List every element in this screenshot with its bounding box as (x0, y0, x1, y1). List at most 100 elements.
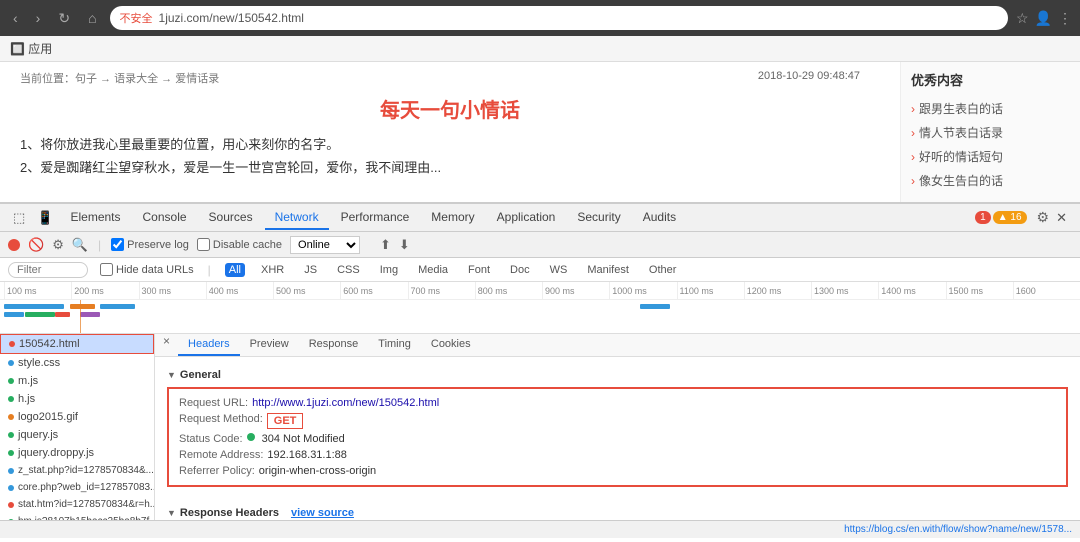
tab-network[interactable]: Network (265, 206, 329, 230)
throttle-select[interactable]: Online Offline Slow 3G Fast 3G (290, 236, 360, 254)
search-icon[interactable]: 🔍 (72, 237, 88, 253)
status-link[interactable]: https://blog.cs/en.with/flow/show?name/n… (844, 524, 1072, 535)
file-item-hjs[interactable]: h.js (0, 390, 154, 408)
tick-400: 400 ms (206, 282, 273, 299)
file-item-droppy[interactable]: jquery.droppy.js (0, 444, 154, 462)
sidebar-link-4[interactable]: 像女生告白的话 (911, 169, 1070, 193)
request-method-label: Request Method: (179, 413, 263, 429)
tick-1100: 1100 ms (677, 282, 744, 299)
view-source-link[interactable]: view source (291, 507, 354, 519)
filter-font[interactable]: Font (464, 263, 494, 277)
file-item-style[interactable]: style.css (0, 354, 154, 372)
tab-sources[interactable]: Sources (199, 206, 263, 230)
browser-chrome: ‹ › ↻ ⌂ 不安全 1juzi.com/new/150542.html ☆ … (0, 0, 1080, 36)
devtools-gear-icon[interactable]: ⚙ (1037, 209, 1050, 226)
filter-js[interactable]: JS (300, 263, 321, 277)
sidebar-link-3[interactable]: 好听的情话短句 (911, 145, 1070, 169)
apps-label[interactable]: 🔲 应用 (10, 40, 52, 57)
file-dot (8, 468, 14, 474)
filter-other[interactable]: Other (645, 263, 681, 277)
response-headers-section: ▼ Response Headers view source Accept-Ra… (155, 499, 1080, 520)
details-tab-headers[interactable]: Headers (178, 334, 240, 356)
close-details-btn[interactable]: × (163, 334, 170, 356)
export-icon[interactable]: ⬇ (399, 237, 410, 253)
file-item-hm[interactable]: hm.js?8107b15bacc25ba8b7f... (0, 513, 154, 520)
details-tab-preview[interactable]: Preview (240, 334, 299, 356)
referrer-policy-row: Referrer Policy: origin-when-cross-origi… (179, 463, 1056, 479)
file-item-jquery[interactable]: jquery.js (0, 426, 154, 444)
address-bar[interactable]: 不安全 1juzi.com/new/150542.html (110, 6, 1008, 30)
preserve-log-checkbox[interactable]: Preserve log (111, 238, 189, 251)
bookmark-icon[interactable]: ☆ (1016, 10, 1029, 27)
device-icon[interactable]: 📱 (32, 207, 58, 229)
filter-xhr[interactable]: XHR (257, 263, 288, 277)
status-code-row: Status Code: 304 Not Modified (179, 431, 1056, 447)
tab-security[interactable]: Security (567, 206, 630, 230)
details-tab-response[interactable]: Response (299, 334, 369, 356)
file-item-logo[interactable]: logo2015.gif (0, 408, 154, 426)
sidebar-link-2[interactable]: 情人节表白话录 (911, 121, 1070, 145)
refresh-button[interactable]: ↻ (53, 8, 75, 29)
file-dot (8, 396, 14, 402)
remote-address-label: Remote Address: (179, 449, 263, 461)
back-button[interactable]: ‹ (8, 8, 23, 28)
menu-icon[interactable]: ⋮ (1058, 10, 1072, 27)
network-toolbar: 🚫 ⚙ 🔍 | Preserve log Disable cache Onlin… (0, 232, 1080, 258)
request-url-row: Request URL: http://www.1juzi.com/new/15… (179, 395, 1056, 411)
inspect-icon[interactable]: ⬚ (8, 207, 30, 229)
filter-media[interactable]: Media (414, 263, 452, 277)
sidebar-link-1[interactable]: 跟男生表白的话 (911, 97, 1070, 121)
details-tab-cookies[interactable]: Cookies (421, 334, 481, 356)
record-button[interactable] (8, 239, 20, 251)
referrer-policy-label: Referrer Policy: (179, 465, 255, 477)
tick-500: 500 ms (273, 282, 340, 299)
preserve-log-label: Preserve log (127, 239, 189, 251)
request-method-row: Request Method: GET (179, 411, 1056, 431)
tick-700: 700 ms (408, 282, 475, 299)
timeline-bar-2 (4, 312, 24, 317)
close-devtools-icon[interactable]: ✕ (1051, 207, 1072, 229)
tab-application[interactable]: Application (487, 206, 566, 230)
details-panel: ▼ General Request URL: http://www.1juzi.… (155, 357, 1080, 520)
remote-address-value: 192.168.31.1:88 (267, 449, 347, 461)
hide-data-urls-checkbox[interactable]: Hide data URLs (100, 263, 194, 276)
filter-img[interactable]: Img (376, 263, 402, 277)
timeline-bar-4 (55, 312, 70, 317)
filter-ws[interactable]: WS (546, 263, 572, 277)
file-dot (8, 502, 14, 508)
tab-elements[interactable]: Elements (60, 206, 130, 230)
file-item-mjs[interactable]: m.js (0, 372, 154, 390)
timeline-bar-5 (70, 304, 95, 309)
file-item-150542[interactable]: 150542.html (0, 334, 154, 354)
general-section-box: Request URL: http://www.1juzi.com/new/15… (167, 387, 1068, 487)
tab-audits[interactable]: Audits (633, 206, 686, 230)
disable-cache-checkbox[interactable]: Disable cache (197, 238, 282, 251)
url-text: 1juzi.com/new/150542.html (159, 11, 304, 25)
filter-css[interactable]: CSS (333, 263, 364, 277)
filter-icon[interactable]: ⚙ (52, 237, 64, 253)
filter-manifest[interactable]: Manifest (583, 263, 633, 277)
file-item-stat[interactable]: stat.htm?id=1278570834&r=h... (0, 496, 154, 513)
triangle-icon-2: ▼ (167, 508, 176, 518)
profile-icon[interactable]: 👤 (1035, 10, 1052, 27)
details-tab-timing[interactable]: Timing (368, 334, 421, 356)
tab-performance[interactable]: Performance (331, 206, 420, 230)
timeline-bar-8 (640, 304, 670, 309)
home-button[interactable]: ⌂ (83, 8, 101, 28)
filter-doc[interactable]: Doc (506, 263, 534, 277)
import-icon[interactable]: ⬆ (380, 237, 391, 253)
network-filter-bar: Hide data URLs | All XHR JS CSS Img Medi… (0, 258, 1080, 282)
details-wrapper: × Headers Preview Response Timing Cookie… (155, 334, 1080, 520)
file-item-zstat[interactable]: z_stat.php?id=1278570834&... (0, 462, 154, 479)
file-item-core[interactable]: core.php?web_id=127857083... (0, 479, 154, 496)
tick-600: 600 ms (340, 282, 407, 299)
tab-memory[interactable]: Memory (421, 206, 484, 230)
filter-input[interactable] (8, 262, 88, 278)
tick-100: 100 ms (4, 282, 71, 299)
clear-button[interactable]: 🚫 (28, 237, 44, 253)
details-tabs: × Headers Preview Response Timing Cookie… (155, 334, 1080, 357)
forward-button[interactable]: › (31, 8, 46, 28)
tab-console[interactable]: Console (133, 206, 197, 230)
request-method-value: GET (267, 413, 304, 429)
filter-all[interactable]: All (225, 263, 245, 277)
